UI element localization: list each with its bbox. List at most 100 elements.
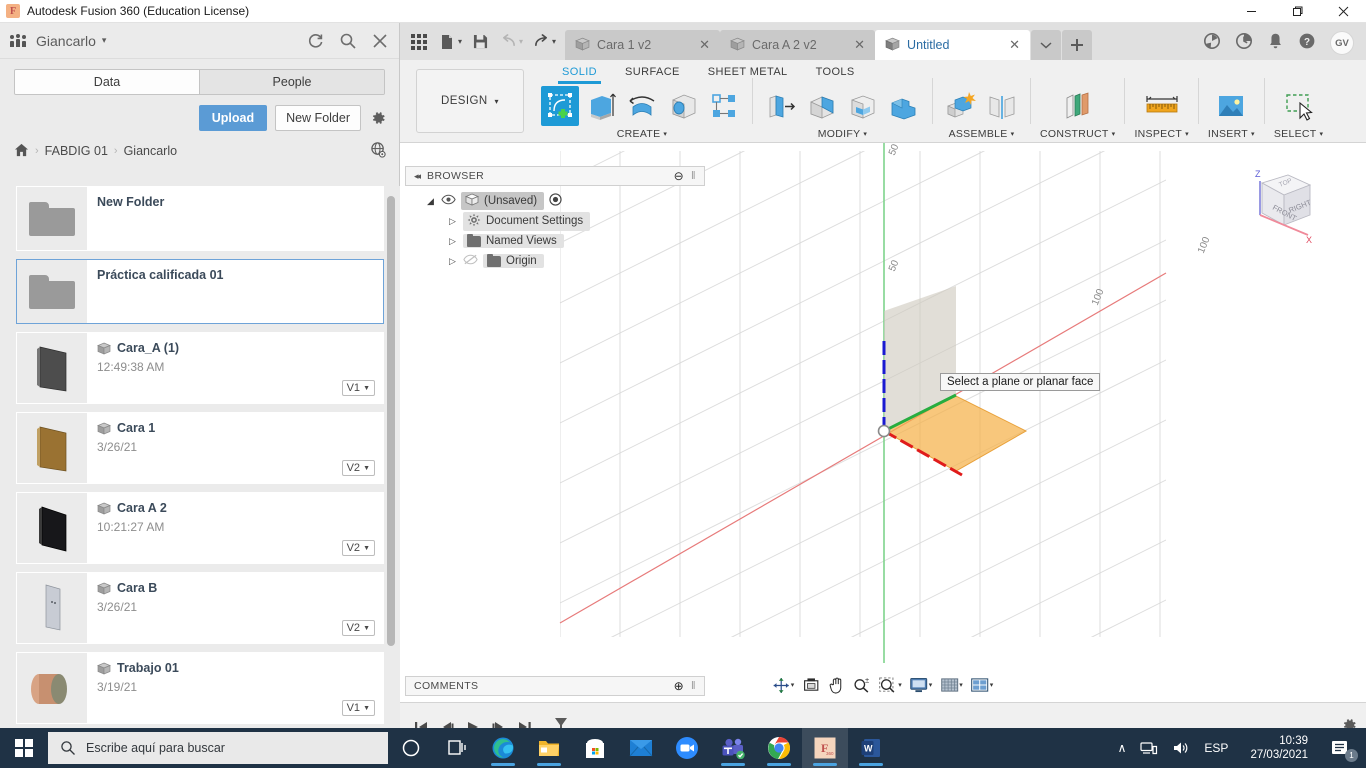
zoom-window-button[interactable]: ▾	[875, 674, 905, 696]
version-selector[interactable]: V1 ▼	[341, 380, 375, 396]
tab-list-dropdown-button[interactable]	[1031, 30, 1062, 60]
view-cube[interactable]: FRONT RIGHT TOP Z X	[1240, 163, 1318, 245]
start-button[interactable]	[0, 728, 48, 768]
viewports-button[interactable]: ▾	[968, 674, 997, 696]
expander-icon[interactable]: ▷	[447, 256, 458, 267]
chevron-down-icon[interactable]: ▾	[1320, 130, 1324, 138]
document-tab-cara1[interactable]: Cara 1 v2 ✕	[565, 30, 721, 60]
version-selector[interactable]: V2 ▼	[341, 460, 375, 476]
microsoft-teams-icon[interactable]	[710, 728, 756, 768]
expander-icon[interactable]: ▷	[447, 216, 458, 227]
maximize-button[interactable]	[1274, 0, 1320, 23]
redo-icon[interactable]	[528, 28, 554, 56]
create-sketch-button[interactable]	[541, 86, 579, 126]
clock[interactable]: 10:39 27/03/2021	[1235, 728, 1323, 768]
data-panel-item-list[interactable]: New Folder Práctica calificada 01 Cara_A…	[0, 186, 400, 728]
expander-icon[interactable]: ◢	[425, 196, 436, 207]
list-item[interactable]: New Folder	[16, 186, 384, 251]
close-icon[interactable]: ✕	[699, 37, 710, 53]
viewport-canvas[interactable]: 50 50 100 100 Select a plane or planar f…	[400, 143, 1366, 702]
refresh-icon[interactable]	[307, 32, 325, 50]
list-item[interactable]: Cara B 3/26/21 V2 ▼	[16, 572, 384, 644]
chevron-down-icon[interactable]: ▾	[1011, 130, 1015, 138]
task-view-icon[interactable]	[434, 728, 480, 768]
search-icon[interactable]	[339, 32, 357, 50]
visibility-eye-icon[interactable]	[441, 194, 456, 208]
revolve-button[interactable]	[623, 86, 661, 126]
mail-icon[interactable]	[618, 728, 664, 768]
select-window-button[interactable]	[1280, 86, 1318, 126]
combine-button[interactable]	[885, 86, 923, 126]
look-at-button[interactable]	[799, 674, 822, 696]
tab-people[interactable]: People	[199, 70, 384, 94]
gear-icon[interactable]	[369, 109, 387, 127]
chevron-down-icon[interactable]: ▾	[898, 681, 902, 689]
orbit-button[interactable]: ▾	[770, 674, 798, 696]
job-status-icon[interactable]	[1203, 32, 1221, 55]
tree-node-named-views[interactable]: ▷ Named Views	[413, 231, 705, 251]
chevron-down-icon[interactable]: ▾	[1112, 130, 1116, 138]
help-icon[interactable]: ?	[1298, 32, 1316, 55]
version-selector[interactable]: V2 ▼	[341, 540, 375, 556]
chevron-down-icon[interactable]: ▾	[990, 681, 994, 689]
ribbon-tab-solid[interactable]: SOLID	[548, 63, 611, 84]
upload-button[interactable]: Upload	[198, 105, 268, 131]
extrude-button[interactable]	[582, 86, 620, 126]
tree-node-origin[interactable]: ▷ Origin	[413, 251, 705, 271]
list-item[interactable]: Práctica calificada 01	[16, 259, 384, 324]
add-comment-icon[interactable]: ⊕	[674, 679, 684, 693]
save-icon[interactable]	[467, 28, 493, 56]
minimize-icon[interactable]: ⊖	[674, 169, 684, 183]
resize-grip[interactable]: ‖	[691, 680, 696, 692]
workspace-switcher[interactable]: DESIGN ▾	[416, 69, 524, 133]
bell-icon[interactable]	[1267, 32, 1284, 55]
new-design-tab-button[interactable]	[1062, 30, 1093, 60]
close-icon[interactable]: ✕	[854, 37, 865, 53]
new-folder-button[interactable]: New Folder	[275, 105, 361, 131]
ribbon-tab-tools[interactable]: TOOLS	[802, 63, 869, 81]
cortana-icon[interactable]	[388, 728, 434, 768]
data-panel-scrollbar[interactable]	[387, 196, 395, 646]
measure-button[interactable]	[1143, 86, 1181, 126]
fusion-360-icon[interactable]: F 360	[802, 728, 848, 768]
activate-component-radio[interactable]	[549, 193, 562, 209]
resize-grip[interactable]: ‖	[691, 170, 696, 182]
shell-button[interactable]	[844, 86, 882, 126]
chevron-down-icon[interactable]: ▾	[102, 35, 107, 46]
visibility-eye-off-icon[interactable]	[463, 254, 478, 268]
pan-button[interactable]	[824, 674, 847, 696]
close-panel-icon[interactable]	[371, 32, 389, 50]
network-icon[interactable]	[1133, 728, 1165, 768]
avatar[interactable]: GV	[1330, 31, 1354, 55]
new-document-icon[interactable]	[434, 28, 460, 56]
new-component-button[interactable]	[942, 86, 980, 126]
chevron-down-icon[interactable]: ▾	[1251, 130, 1255, 138]
google-chrome-icon[interactable]	[756, 728, 802, 768]
joint-button[interactable]	[983, 86, 1021, 126]
tree-node-root[interactable]: ◢ (Unsaved)	[413, 191, 705, 211]
pattern-button[interactable]	[705, 86, 743, 126]
fillet-button[interactable]	[803, 86, 841, 126]
breadcrumb-item-project[interactable]: FABDIG 01	[45, 144, 108, 158]
close-icon[interactable]: ✕	[1009, 37, 1020, 53]
search-input[interactable]: Escribe aquí para buscar	[48, 732, 388, 764]
language-indicator[interactable]: ESP	[1197, 728, 1235, 768]
document-tab-caraa2[interactable]: Cara A 2 v2 ✕	[720, 30, 876, 60]
offset-plane-button[interactable]	[1059, 86, 1097, 126]
chevron-down-icon[interactable]: ▾	[663, 130, 667, 138]
chevron-down-icon[interactable]: ▾	[1185, 130, 1189, 138]
chevron-down-icon[interactable]: ▾	[929, 681, 933, 689]
recent-icon[interactable]	[1235, 32, 1253, 55]
breadcrumb-item-folder[interactable]: Giancarlo	[124, 144, 178, 158]
zoom-icon[interactable]	[664, 728, 710, 768]
minimize-button[interactable]	[1228, 0, 1274, 23]
file-explorer-icon[interactable]	[526, 728, 572, 768]
undo-icon[interactable]	[495, 28, 521, 56]
hole-button[interactable]	[664, 86, 702, 126]
collapse-icon[interactable]: ◂◂	[414, 171, 421, 182]
comments-panel[interactable]: COMMENTS ⊕ ‖	[405, 676, 705, 696]
team-name[interactable]: Giancarlo	[36, 33, 96, 49]
globe-icon[interactable]	[370, 141, 387, 161]
expander-icon[interactable]: ▷	[447, 236, 458, 247]
version-selector[interactable]: V2 ▼	[341, 620, 375, 636]
